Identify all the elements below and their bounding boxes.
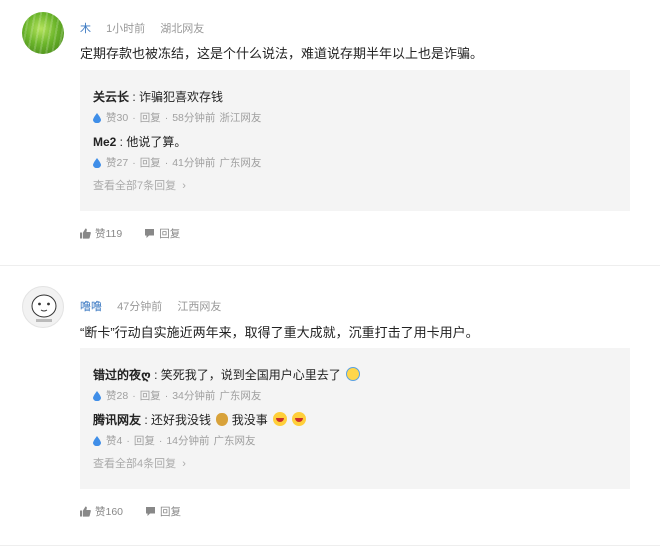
reply-button[interactable]: 回复	[145, 504, 181, 519]
comment-time: 47分钟前	[117, 301, 163, 313]
crying-laughing-emoji-icon	[346, 367, 361, 381]
reply-likes[interactable]: 赞30	[106, 110, 128, 125]
reply-likes[interactable]: 赞27	[106, 155, 128, 170]
reply-text: 还好我没钱	[151, 413, 212, 427]
reply-reply-link[interactable]: 回复	[140, 388, 161, 403]
view-all-label: 查看全部4条回复	[93, 458, 177, 470]
comment-meta: 噜噜 47分钟前 江西网友	[80, 298, 221, 314]
avatar[interactable]	[22, 286, 64, 328]
view-all-replies-link[interactable]: 查看全部7条回复 ›	[93, 177, 186, 193]
separator-dot: ·	[132, 389, 136, 402]
like-count: 赞160	[95, 506, 124, 518]
reply-likes[interactable]: 赞4	[106, 433, 122, 448]
separator-dot: ·	[132, 111, 136, 124]
like-button[interactable]: 赞160	[80, 504, 123, 519]
reply-meta: 赞27 · 回复 · 41分钟前 广东网友	[93, 155, 261, 170]
reply-button[interactable]: 回复	[144, 226, 180, 241]
reply-username[interactable]: 错过的夜ღ	[93, 368, 151, 382]
comment-time: 1小时前	[106, 23, 146, 35]
comment-text: “断卡”行动自实施近两年来，取得了重大成就，沉重打击了用卡用户。	[80, 325, 479, 340]
comment-actions: 赞119 回复	[80, 226, 202, 241]
reply-reply-link[interactable]: 回复	[140, 155, 161, 170]
reply-text-2: 我没事	[231, 413, 268, 427]
separator-dot: ·	[164, 111, 169, 124]
reply-time: 34分钟前	[172, 390, 216, 402]
money-bag-emoji-icon	[216, 413, 229, 426]
reply-time: 41分钟前	[172, 157, 216, 169]
speech-bubble-icon	[145, 229, 155, 238]
chevron-right-icon: ›	[182, 458, 186, 470]
laughing-emoji-icon	[273, 412, 288, 426]
comment-text: 定期存款也被冻结，这是个什么说法，难道说存期半年以上也是诈骗。	[80, 46, 484, 61]
laughing-emoji-icon	[292, 412, 307, 426]
comment-item: 噜噜 47分钟前 江西网友 “断卡”行动自实施近两年来，取得了重大成就，沉重打击…	[0, 266, 660, 546]
like-drop-icon[interactable]	[93, 390, 101, 401]
reply-location: 广东网友	[219, 390, 262, 402]
comment-location: 江西网友	[177, 301, 222, 313]
reply-likes[interactable]: 赞28	[106, 388, 128, 403]
reply-meta: 赞30 · 回复 · 58分钟前 浙江网友	[93, 110, 261, 125]
reply-location: 广东网友	[219, 157, 262, 169]
like-drop-icon[interactable]	[93, 112, 101, 123]
reply-box: 错过的夜ღ : 笑死我了，说到全国用户心里去了 赞28 · 回复 · 34分钟前…	[80, 348, 630, 489]
cartoon-face-icon	[31, 294, 57, 322]
chevron-right-icon: ›	[182, 180, 186, 192]
comment-meta: 木 1小时前 湖北网友	[80, 20, 204, 36]
comment-item: 木 1小时前 湖北网友 定期存款也被冻结，这是个什么说法，难道说存期半年以上也是…	[0, 0, 660, 265]
comment-username[interactable]: 噜噜	[80, 301, 102, 313]
reply-text: 诈骗犯喜欢存钱	[139, 90, 224, 104]
reply-item: 腾讯网友 : 还好我没钱 我没事	[93, 411, 307, 428]
like-count: 赞119	[95, 228, 123, 240]
like-drop-icon[interactable]	[93, 435, 101, 446]
comment-divider	[0, 545, 660, 546]
reply-username[interactable]: Me2	[93, 135, 116, 149]
reply-text: 他说了算。	[126, 135, 187, 149]
avatar[interactable]	[22, 12, 64, 54]
reply-box: 关云长 : 诈骗犯喜欢存钱 赞30 · 回复 · 58分钟前 浙江网友 Me2 …	[80, 70, 630, 211]
separator-dot: ·	[126, 434, 130, 447]
reply-username[interactable]: 关云长	[93, 90, 129, 104]
comment-actions: 赞160 回复	[80, 504, 203, 519]
separator-dot: ·	[164, 156, 169, 169]
reply-location: 广东网友	[213, 435, 256, 447]
view-all-replies-link[interactable]: 查看全部4条回复 ›	[93, 455, 186, 471]
comment-location: 湖北网友	[160, 23, 205, 35]
reply-time: 58分钟前	[172, 112, 216, 124]
separator-dot: ·	[158, 434, 163, 447]
reply-reply-link[interactable]: 回复	[140, 110, 161, 125]
speech-bubble-icon	[146, 507, 156, 516]
thumb-up-icon	[80, 506, 91, 517]
comment-username[interactable]: 木	[80, 23, 91, 35]
reply-button-label: 回复	[159, 228, 181, 240]
reply-meta: 赞28 · 回复 · 34分钟前 广东网友	[93, 388, 261, 403]
like-button[interactable]: 赞119	[80, 226, 122, 241]
like-drop-icon[interactable]	[93, 157, 101, 168]
separator-dot: ·	[132, 156, 136, 169]
reply-item: 关云长 : 诈骗犯喜欢存钱	[93, 90, 224, 104]
reply-button-label: 回复	[160, 506, 182, 518]
reply-reply-link[interactable]: 回复	[134, 433, 155, 448]
reply-time: 14分钟前	[166, 435, 210, 447]
thumb-up-icon	[80, 228, 91, 239]
reply-meta: 赞4 · 回复 · 14分钟前 广东网友	[93, 433, 256, 448]
reply-location: 浙江网友	[219, 112, 262, 124]
separator-dot: ·	[164, 389, 169, 402]
reply-text: 笑死我了，说到全国用户心里去了	[160, 368, 341, 382]
reply-username[interactable]: 腾讯网友	[93, 413, 141, 427]
reply-item: Me2 : 他说了算。	[93, 135, 187, 149]
reply-item: 错过的夜ღ : 笑死我了，说到全国用户心里去了	[93, 366, 361, 383]
view-all-label: 查看全部7条回复	[93, 180, 177, 192]
